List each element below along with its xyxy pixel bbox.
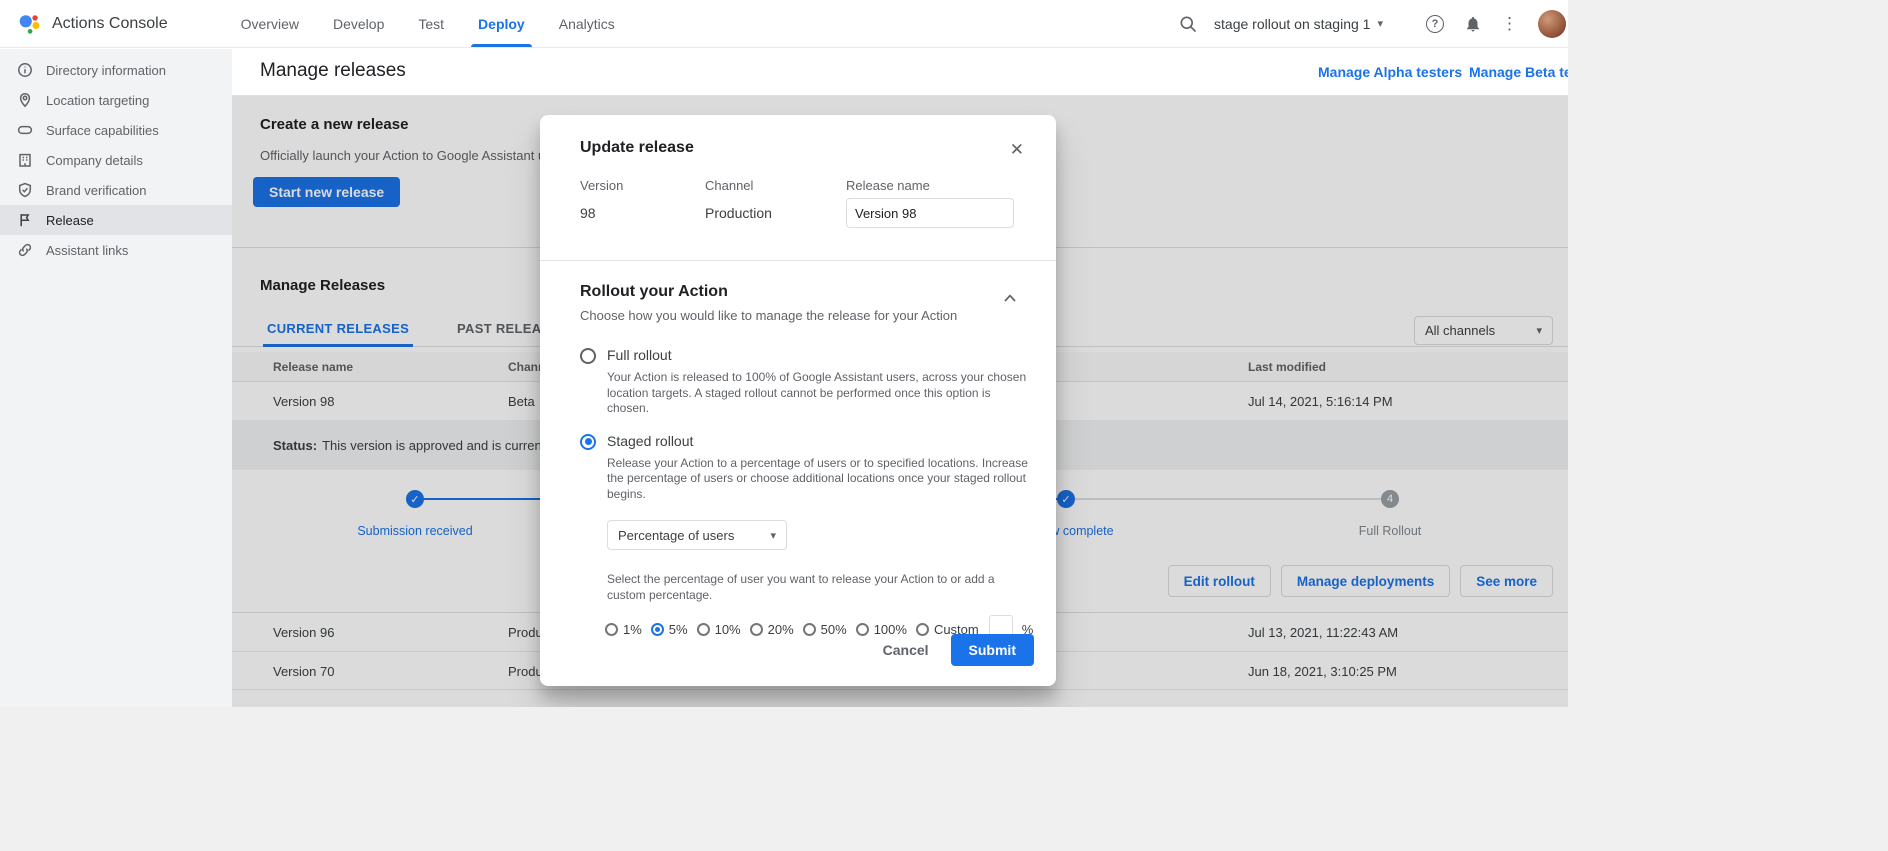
rollout-subtitle: Choose how you would like to manage the … xyxy=(580,308,957,323)
percent-radio-20[interactable] xyxy=(750,623,763,636)
page-title: Manage releases xyxy=(260,60,406,82)
sidebar-item-brand-verification[interactable]: Brand verification xyxy=(0,175,232,205)
rollout-method-select[interactable]: Percentage of users ▾ xyxy=(607,520,787,550)
percent-label: 1% xyxy=(623,622,642,637)
percent-radio-1[interactable] xyxy=(605,623,618,636)
manage-beta-testers-link[interactable]: Manage Beta testers xyxy=(1469,64,1568,80)
assistant-logo-icon xyxy=(16,11,42,37)
cancel-button[interactable]: Cancel xyxy=(871,636,941,664)
sidebar-item-label: Location targeting xyxy=(46,93,149,108)
staged-rollout-description: Release your Action to a percentage of u… xyxy=(607,456,1031,503)
full-rollout-option: Full rollout Your Action is released to … xyxy=(580,347,1016,417)
magnifier-glyph xyxy=(1178,14,1198,34)
version-label: Version xyxy=(580,178,623,193)
staged-rollout-option: Staged rollout Release your Action to a … xyxy=(580,433,1016,503)
full-rollout-description: Your Action is released to 100% of Googl… xyxy=(607,370,1031,417)
rollout-method-value: Percentage of users xyxy=(618,528,734,543)
sidebar-item-label: Release xyxy=(46,213,94,228)
percent-label: 50% xyxy=(821,622,847,637)
topbar-actions: stage rollout on staging 1 ▾ ? ⋮ xyxy=(1172,8,1566,40)
percent-option-20[interactable]: 20% xyxy=(750,622,794,637)
dialog-header: Update release ✕ xyxy=(540,115,1056,160)
sidebar-item-company-details[interactable]: Company details xyxy=(0,145,232,175)
percent-radio-50[interactable] xyxy=(803,623,816,636)
nav-overview[interactable]: Overview xyxy=(224,0,316,47)
caret-down-icon: ▾ xyxy=(1377,17,1383,30)
notifications-icon[interactable] xyxy=(1457,8,1489,40)
release-name-input[interactable] xyxy=(846,198,1014,228)
close-icon[interactable]: ✕ xyxy=(1008,139,1026,160)
location-pin-icon xyxy=(17,92,33,108)
primary-nav: Overview Develop Test Deploy Analytics xyxy=(224,0,632,47)
release-flag-icon xyxy=(17,212,33,228)
channel-value: Production xyxy=(705,205,772,221)
link-icon xyxy=(17,242,33,258)
percent-label: 5% xyxy=(669,622,688,637)
percent-option-1[interactable]: 1% xyxy=(605,622,642,637)
rollout-section: Rollout your Action Choose how you would… xyxy=(540,261,1056,643)
percent-radio-5[interactable] xyxy=(651,623,664,636)
submit-button[interactable]: Submit xyxy=(951,634,1034,666)
staged-rollout-label: Staged rollout xyxy=(607,433,1031,449)
actions-console-logo[interactable] xyxy=(16,11,42,37)
percentage-help-text: Select the percentage of user you want t… xyxy=(607,572,1031,603)
browser-viewport: Actions Console Overview Develop Test De… xyxy=(0,0,1568,707)
sidebar: Directory information Location targeting xyxy=(0,49,232,707)
dialog-title: Update release xyxy=(580,139,694,157)
rollout-header: Rollout your Action Choose how you would… xyxy=(580,283,1016,323)
cancel-label: Cancel xyxy=(883,642,929,658)
info-icon xyxy=(17,62,33,78)
sidebar-item-location-targeting[interactable]: Location targeting xyxy=(0,85,232,115)
sidebar-item-label: Brand verification xyxy=(46,183,146,198)
version-value: 98 xyxy=(580,205,596,221)
sidebar-item-release[interactable]: Release xyxy=(0,205,232,235)
nav-deploy[interactable]: Deploy xyxy=(461,0,542,47)
full-rollout-label: Full rollout xyxy=(607,347,1031,363)
percent-radio-10[interactable] xyxy=(697,623,710,636)
caret-down-icon: ▾ xyxy=(770,529,776,542)
sidebar-item-assistant-links[interactable]: Assistant links xyxy=(0,235,232,265)
percent-radio-100[interactable] xyxy=(856,623,869,636)
project-name: stage rollout on staging 1 xyxy=(1214,16,1370,32)
channel-label: Channel xyxy=(705,178,753,193)
kebab-menu-icon[interactable]: ⋮ xyxy=(1489,14,1530,34)
help-icon[interactable]: ? xyxy=(1426,15,1444,33)
manage-alpha-testers-link[interactable]: Manage Alpha testers xyxy=(1318,64,1462,80)
percent-label: 20% xyxy=(768,622,794,637)
staged-rollout-radio[interactable] xyxy=(580,434,596,450)
full-rollout-radio[interactable] xyxy=(580,348,596,364)
building-icon xyxy=(17,152,33,168)
bell-glyph xyxy=(1464,15,1482,33)
nav-analytics[interactable]: Analytics xyxy=(542,0,632,47)
app-header: Actions Console Overview Develop Test De… xyxy=(0,0,1568,48)
update-release-dialog: Update release ✕ Version Channel Release… xyxy=(540,115,1056,686)
nav-develop[interactable]: Develop xyxy=(316,0,401,47)
percent-option-50[interactable]: 50% xyxy=(803,622,847,637)
rollout-title: Rollout your Action xyxy=(580,283,957,301)
sidebar-item-label: Company details xyxy=(46,153,143,168)
sidebar-item-surface-capabilities[interactable]: Surface capabilities xyxy=(0,115,232,145)
release-name-label: Release name xyxy=(846,178,930,193)
sidebar-item-label: Assistant links xyxy=(46,243,128,258)
percent-option-10[interactable]: 10% xyxy=(697,622,741,637)
app-title: Actions Console xyxy=(52,15,168,33)
sidebar-item-label: Directory information xyxy=(46,63,166,78)
search-icon[interactable] xyxy=(1172,8,1204,40)
nav-test[interactable]: Test xyxy=(401,0,461,47)
sidebar-item-directory-information[interactable]: Directory information xyxy=(0,55,232,85)
project-selector[interactable]: stage rollout on staging 1 ▾ xyxy=(1214,16,1383,32)
submit-label: Submit xyxy=(969,642,1016,658)
dialog-actions: Cancel Submit xyxy=(871,634,1034,666)
desktop-background: Actions Console Overview Develop Test De… xyxy=(0,0,1888,851)
chevron-up-icon[interactable] xyxy=(1004,289,1016,307)
release-fields: Version Channel Release name 98 Producti… xyxy=(580,178,1016,234)
percent-option-5[interactable]: 5% xyxy=(651,622,688,637)
user-avatar[interactable] xyxy=(1538,10,1566,38)
percent-label: 10% xyxy=(715,622,741,637)
surface-icon xyxy=(17,122,33,138)
sidebar-item-label: Surface capabilities xyxy=(46,123,159,138)
shield-check-icon xyxy=(17,182,33,198)
